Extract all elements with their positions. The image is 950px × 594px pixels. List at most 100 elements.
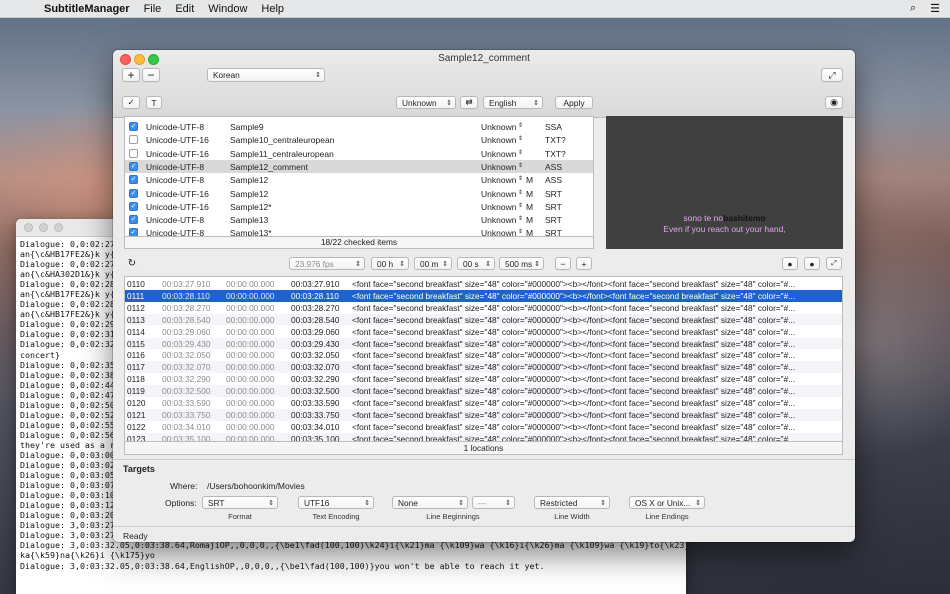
- file-language[interactable]: Unknown: [481, 162, 516, 172]
- fullscreen-icon: ⤢: [828, 69, 836, 80]
- preview-toggle-button[interactable]: ◉: [825, 96, 843, 109]
- seconds-stepper[interactable]: 00 s ⇕: [457, 257, 495, 270]
- subtitle-row[interactable]: 0116 00:03:32.050 00:00:00.000 00:03:32.050…: [125, 349, 842, 361]
- file-row[interactable]: ✓ Unicode-UTF-8 Sample12_comment Unknown ⇕ AS…: [125, 159, 593, 174]
- subtitle-row[interactable]: 0114 00:03:29.060 00:00:00.000 00:03:29.060…: [125, 326, 842, 338]
- subtitle-row[interactable]: 0120 00:03:33.590 00:00:00.000 00:03:33.590…: [125, 397, 842, 409]
- shift-minus-button[interactable]: −: [555, 257, 571, 270]
- file-row[interactable]: Unicode-UTF-16 Sample10_centraleuropean Un…: [125, 133, 593, 146]
- terminal-minimize-button[interactable]: [39, 223, 48, 232]
- file-language[interactable]: Unknown: [481, 215, 516, 225]
- target-language-popup[interactable]: English ⇕: [483, 96, 543, 109]
- subtitle-row[interactable]: 0112 00:03:28.270 00:00:00.000 00:03:28.270…: [125, 302, 842, 314]
- file-language[interactable]: Unknown: [481, 135, 516, 145]
- dot-icon: ●: [787, 258, 793, 269]
- fps-value: 23.976 fps: [295, 258, 334, 269]
- subtitle-row[interactable]: 0111 00:03:28.110 00:00:00.000 00:03:28.110…: [125, 289, 842, 302]
- file-row[interactable]: ✓ Unicode-UTF-8 Sample12 Unknown ⇕ M ASS: [125, 173, 593, 186]
- file-row[interactable]: ✓ Unicode-UTF-8 Sample13* Unknown ⇕ M SRT: [125, 226, 593, 236]
- subtitle-row[interactable]: 0110 00:03:27.910 00:00:00.000 00:03:27.910…: [125, 278, 842, 290]
- subtitle-new-time: 00:03:27.910: [291, 279, 340, 289]
- add-file-button[interactable]: +: [122, 68, 140, 82]
- terminal-line: ka{\k59}na{\k26}i {\k175}yo: [20, 550, 155, 561]
- language-popup[interactable]: Korean ⇕: [207, 68, 325, 82]
- file-checkbox[interactable]: ✓: [129, 122, 138, 131]
- fps-popup[interactable]: 23.976 fps ⇕: [289, 257, 365, 270]
- where-path[interactable]: /Users/bohoonkim/Movies: [207, 481, 305, 491]
- minutes-stepper[interactable]: 00 m ⇕: [414, 257, 452, 270]
- subtitle-offset: 00:00:00.000: [226, 398, 275, 408]
- menu-edit[interactable]: Edit: [175, 3, 194, 15]
- subtitle-row[interactable]: 0119 00:03:32.500 00:00:00.000 00:03:32.500…: [125, 385, 842, 397]
- file-row[interactable]: ✓ Unicode-UTF-8 Sample13 Unknown ⇕ M SRT: [125, 213, 593, 226]
- file-checkbox[interactable]: [129, 148, 138, 158]
- subtitle-offset: 00:00:00.000: [226, 433, 275, 442]
- file-checkbox[interactable]: ✓: [129, 161, 138, 171]
- subtitle-row[interactable]: 0113 00:03:28.540 00:00:00.000 00:03:28.540…: [125, 313, 842, 326]
- subtitle-new-time: 00:03:29.430: [291, 338, 340, 349]
- file-checkbox[interactable]: ✓: [129, 201, 138, 211]
- file-row[interactable]: ✓ Unicode-UTF-8 Sample9 Unknown ⇕ SSA: [125, 120, 593, 133]
- file-checkbox[interactable]: [129, 135, 138, 145]
- menu-window[interactable]: Window: [208, 3, 247, 15]
- mark-start-button[interactable]: ●: [782, 257, 798, 270]
- source-encoding-popup[interactable]: Unknown ⇕: [396, 96, 456, 109]
- line-beginnings-extra-popup[interactable]: --- ⇕: [472, 496, 515, 509]
- file-format: SRT: [545, 201, 562, 212]
- terminal-zoom-button[interactable]: [54, 223, 63, 232]
- chevron-updown-icon: ⇕: [518, 189, 524, 196]
- subtitle-row[interactable]: 0115 00:03:29.430 00:00:00.000 00:03:29.430…: [125, 337, 842, 350]
- file-language[interactable]: Unknown: [481, 175, 516, 185]
- menu-app-name[interactable]: SubtitleManager: [44, 3, 130, 15]
- file-checkbox[interactable]: ✓: [129, 175, 138, 185]
- file-checkbox[interactable]: ✓: [129, 215, 138, 225]
- subtitle-row[interactable]: 0118 00:03:32.290 00:00:00.000 00:03:32.290…: [125, 373, 842, 385]
- subtitle-row[interactable]: 0123 00:03:35.100 00:00:00.000 00:03:35.100…: [125, 432, 842, 442]
- spotlight-search-icon[interactable]: ⌕: [910, 2, 916, 15]
- file-checkbox[interactable]: ✓: [129, 188, 138, 198]
- file-row[interactable]: Unicode-UTF-16 Sample11_centraleuropean Un…: [125, 147, 593, 160]
- line-width-popup[interactable]: Restricted ⇕: [534, 496, 610, 509]
- check-all-button[interactable]: ✓: [122, 96, 140, 109]
- file-language[interactable]: Unknown: [481, 122, 516, 132]
- subtitle-text: <font face="second breakfast" size="48" …: [352, 326, 796, 337]
- expand-button[interactable]: ⤢: [826, 257, 842, 270]
- subtitle-table[interactable]: 0110 00:03:27.910 00:00:00.000 00:03:27.910…: [124, 276, 843, 442]
- toggle-t-button[interactable]: T: [146, 96, 162, 109]
- subtitle-original-time: 00:03:32.500: [162, 386, 211, 397]
- line-beginnings-popup[interactable]: None ⇕: [392, 496, 468, 509]
- file-language[interactable]: Unknown: [481, 202, 516, 212]
- remove-file-button[interactable]: −: [142, 68, 160, 82]
- notification-center-icon[interactable]: ☰: [930, 2, 940, 15]
- line-endings-popup[interactable]: OS X or Unix... ⇕: [629, 496, 705, 509]
- chevron-updown-icon: ⇕: [446, 100, 452, 107]
- subtitle-offset: 00:00:00.000: [226, 386, 275, 397]
- text-encoding-popup[interactable]: UTF16 ⇕: [298, 496, 374, 509]
- file-row[interactable]: ✓ Unicode-UTF-16 Sample12 Unknown ⇕ M SRT: [125, 187, 593, 200]
- hours-stepper[interactable]: 00 h ⇕: [371, 257, 409, 270]
- milliseconds-stepper[interactable]: 500 ms ⇕: [499, 257, 544, 270]
- file-format: SRT: [545, 188, 562, 199]
- refresh-button[interactable]: ↻: [124, 257, 140, 270]
- file-row[interactable]: ✓ Unicode-UTF-16 Sample12* Unknown ⇕ M SRT: [125, 200, 593, 213]
- file-language[interactable]: Unknown: [481, 149, 516, 159]
- subtitle-original-time: 00:03:32.290: [162, 374, 211, 385]
- swap-encoding-button[interactable]: ⇄: [460, 96, 478, 109]
- apply-button[interactable]: Apply: [555, 96, 593, 109]
- subtitle-row[interactable]: 0121 00:03:33.750 00:00:00.000 00:03:33.750…: [125, 408, 842, 421]
- file-language[interactable]: Unknown: [481, 228, 516, 236]
- shift-plus-button[interactable]: +: [576, 257, 592, 270]
- menu-file[interactable]: File: [144, 3, 162, 15]
- subtitle-row[interactable]: 0117 00:03:32.070 00:00:00.000 00:03:32.070…: [125, 361, 842, 374]
- fullscreen-toggle-button[interactable]: ⤢: [821, 68, 843, 82]
- mark-end-button[interactable]: ●: [804, 257, 820, 270]
- terminal-close-button[interactable]: [24, 223, 33, 232]
- file-language[interactable]: Unknown: [481, 189, 516, 199]
- format-popup[interactable]: SRT ⇕: [202, 496, 278, 509]
- subtitle-row[interactable]: 0122 00:03:34.010 00:00:00.000 00:03:34.010…: [125, 421, 842, 433]
- file-list[interactable]: ✓ Unicode-UTF-8 Sample9 Unknown ⇕ SSA Unicode-…: [124, 116, 594, 237]
- chevron-updown-icon: ⇕: [518, 136, 524, 143]
- menu-help[interactable]: Help: [261, 3, 284, 15]
- file-checkbox[interactable]: ✓: [129, 228, 138, 236]
- chevron-updown-icon: ⇕: [518, 216, 524, 223]
